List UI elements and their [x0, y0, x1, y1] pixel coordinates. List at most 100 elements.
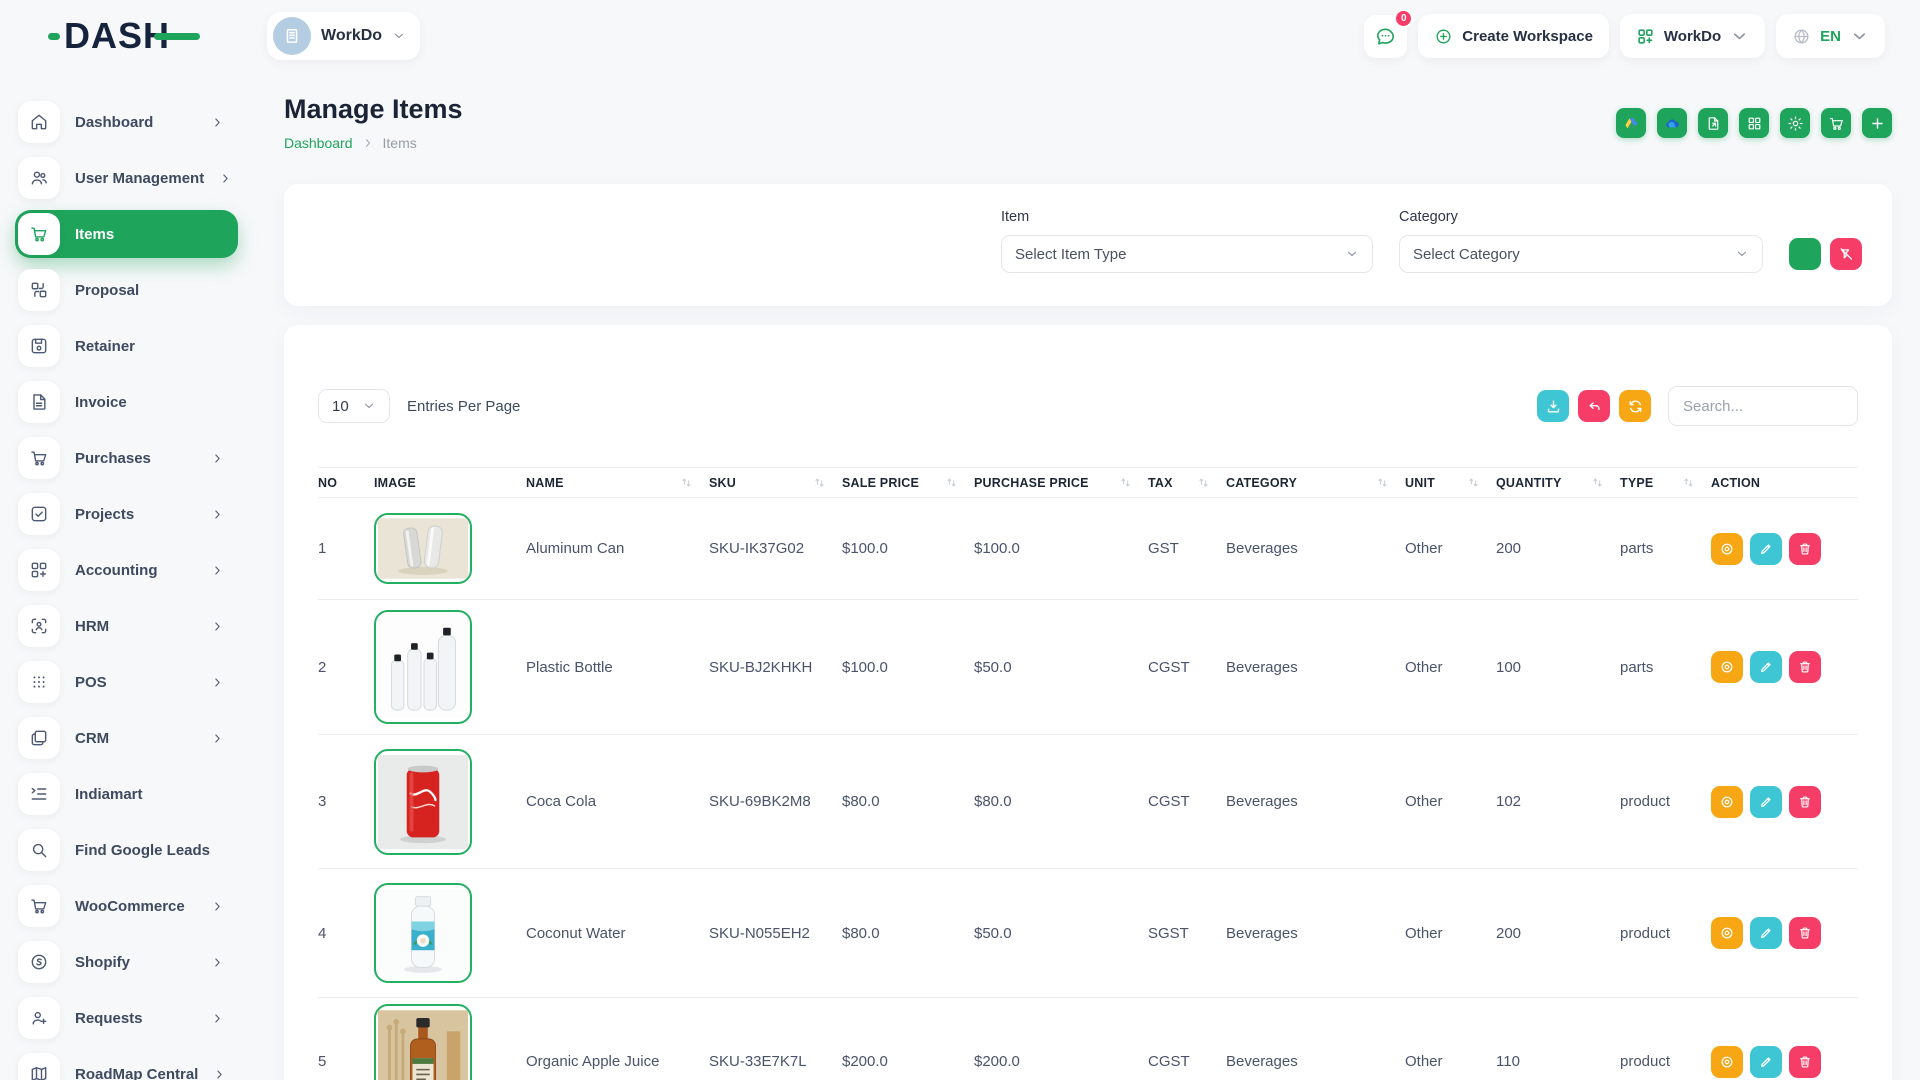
- entries-per-page-select[interactable]: 10: [318, 389, 390, 423]
- view-button[interactable]: [1711, 1046, 1743, 1078]
- item-unit: Other: [1405, 1053, 1496, 1070]
- item-type-select[interactable]: Select Item Type: [1001, 235, 1373, 273]
- item-image: [374, 610, 526, 724]
- item-filter-label: Item: [1001, 209, 1373, 225]
- edit-button[interactable]: [1750, 651, 1782, 683]
- sidebar-item-roadmap-central[interactable]: RoadMap Central: [15, 1050, 238, 1080]
- item-sale-price: $100.0: [842, 659, 974, 676]
- column-header-unit[interactable]: UNIT: [1405, 476, 1496, 490]
- column-header-sku[interactable]: SKU: [709, 476, 842, 490]
- view-button[interactable]: [1711, 651, 1743, 683]
- sort-icon[interactable]: [813, 476, 826, 489]
- google-drive-button[interactable]: [1616, 108, 1646, 138]
- dots-grid-icon: [29, 672, 49, 692]
- cart-button[interactable]: [1821, 108, 1851, 138]
- delete-button[interactable]: [1789, 1046, 1821, 1078]
- messages-button[interactable]: 0: [1364, 15, 1407, 58]
- item-type: product: [1620, 925, 1711, 942]
- s-circle-icon: [29, 952, 49, 972]
- column-header-type[interactable]: TYPE: [1620, 476, 1711, 490]
- view-button[interactable]: [1711, 533, 1743, 565]
- create-workspace-button[interactable]: Create Workspace: [1418, 14, 1609, 58]
- sidebar-item-proposal[interactable]: Proposal: [15, 266, 238, 314]
- plus-button[interactable]: [1862, 108, 1892, 138]
- file-export-button[interactable]: [1698, 108, 1728, 138]
- breadcrumb-dashboard-link[interactable]: Dashboard: [284, 135, 353, 151]
- view-button[interactable]: [1711, 786, 1743, 818]
- grid-button[interactable]: [1739, 108, 1769, 138]
- sort-icon[interactable]: [1119, 476, 1132, 489]
- refresh-button[interactable]: [1619, 390, 1651, 422]
- sidebar-item-indiamart[interactable]: Indiamart: [15, 770, 238, 818]
- delete-button[interactable]: [1789, 786, 1821, 818]
- sidebar-item-projects[interactable]: Projects: [15, 490, 238, 538]
- chevron-down-icon: [1730, 27, 1749, 46]
- export-button[interactable]: [1537, 390, 1569, 422]
- language-selector[interactable]: EN: [1776, 14, 1885, 58]
- column-header-category[interactable]: CATEGORY: [1226, 476, 1405, 490]
- item-quantity: 100: [1496, 659, 1620, 676]
- delete-button[interactable]: [1789, 917, 1821, 949]
- sort-icon[interactable]: [945, 476, 958, 489]
- sidebar-item-purchases[interactable]: Purchases: [15, 434, 238, 482]
- sidebar-item-accounting[interactable]: Accounting: [15, 546, 238, 594]
- workdo-apps-button[interactable]: WorkDo: [1620, 14, 1765, 58]
- sidebar-item-dashboard[interactable]: Dashboard: [15, 98, 238, 146]
- item-name: Organic Apple Juice: [526, 1053, 709, 1070]
- delete-button[interactable]: [1789, 533, 1821, 565]
- workspace-selector[interactable]: WorkDo: [267, 12, 420, 60]
- filter-card: Item Select Item Type Category Select Ca…: [284, 184, 1892, 306]
- sort-icon[interactable]: [1197, 476, 1210, 489]
- onedrive-button[interactable]: [1657, 108, 1687, 138]
- delete-button[interactable]: [1789, 651, 1821, 683]
- sort-icon[interactable]: [1591, 476, 1604, 489]
- chevron-down-icon: [362, 399, 376, 413]
- scan-user-icon: [29, 616, 49, 636]
- filter-search-button[interactable]: [1789, 238, 1821, 270]
- table-search-input[interactable]: [1668, 386, 1858, 426]
- view-button[interactable]: [1711, 917, 1743, 949]
- sidebar-item-requests[interactable]: Requests: [15, 994, 238, 1042]
- sidebar-item-shopify[interactable]: Shopify: [15, 938, 238, 986]
- plus-icon: [1869, 115, 1886, 132]
- sidebar-item-hrm[interactable]: HRM: [15, 602, 238, 650]
- item-quantity: 200: [1496, 540, 1620, 557]
- sort-icon[interactable]: [1467, 476, 1480, 489]
- chevron-right-icon: [211, 676, 224, 689]
- item-category: Beverages: [1226, 659, 1405, 676]
- edit-button[interactable]: [1750, 1046, 1782, 1078]
- sidebar-item-retainer[interactable]: Retainer: [15, 322, 238, 370]
- item-unit: Other: [1405, 925, 1496, 942]
- sidebar-item-pos[interactable]: POS: [15, 658, 238, 706]
- chevron-right-icon: [211, 956, 224, 969]
- edit-button[interactable]: [1750, 786, 1782, 818]
- sidebar-item-items[interactable]: Items: [15, 210, 238, 258]
- sidebar-item-crm[interactable]: CRM: [15, 714, 238, 762]
- sort-icon[interactable]: [680, 476, 693, 489]
- chevron-right-icon: [211, 508, 224, 521]
- column-header-sale-price[interactable]: SALE PRICE: [842, 476, 974, 490]
- column-header-name[interactable]: NAME: [526, 476, 709, 490]
- grid-icon: [1746, 115, 1763, 132]
- sidebar-item-user-management[interactable]: User Management: [15, 154, 238, 202]
- edit-button[interactable]: [1750, 917, 1782, 949]
- item-sku: SKU-N055EH2: [709, 925, 842, 942]
- sort-icon[interactable]: [1682, 476, 1695, 489]
- filter-reset-button[interactable]: [1830, 238, 1862, 270]
- sidebar-item-woocommerce[interactable]: WooCommerce: [15, 882, 238, 930]
- column-header-quantity[interactable]: QUANTITY: [1496, 476, 1620, 490]
- column-header-purchase-price[interactable]: PURCHASE PRICE: [974, 476, 1148, 490]
- main-content: Manage Items Dashboard Items Item Select…: [284, 72, 1892, 1080]
- undo-button[interactable]: [1578, 390, 1610, 422]
- eye-icon: [1719, 541, 1735, 557]
- sidebar-item-find-google-leads[interactable]: Find Google Leads: [15, 826, 238, 874]
- map-icon: [29, 1064, 49, 1080]
- table-row: 3Coca ColaSKU-69BK2M8$80.0$80.0CGSTBever…: [318, 735, 1858, 869]
- category-select[interactable]: Select Category: [1399, 235, 1763, 273]
- edit-button[interactable]: [1750, 533, 1782, 565]
- sort-icon[interactable]: [1376, 476, 1389, 489]
- column-header-tax[interactable]: TAX: [1148, 476, 1226, 490]
- sidebar-item-invoice[interactable]: Invoice: [15, 378, 238, 426]
- item-sku: SKU-BJ2KHKH: [709, 659, 842, 676]
- gear-button[interactable]: [1780, 108, 1810, 138]
